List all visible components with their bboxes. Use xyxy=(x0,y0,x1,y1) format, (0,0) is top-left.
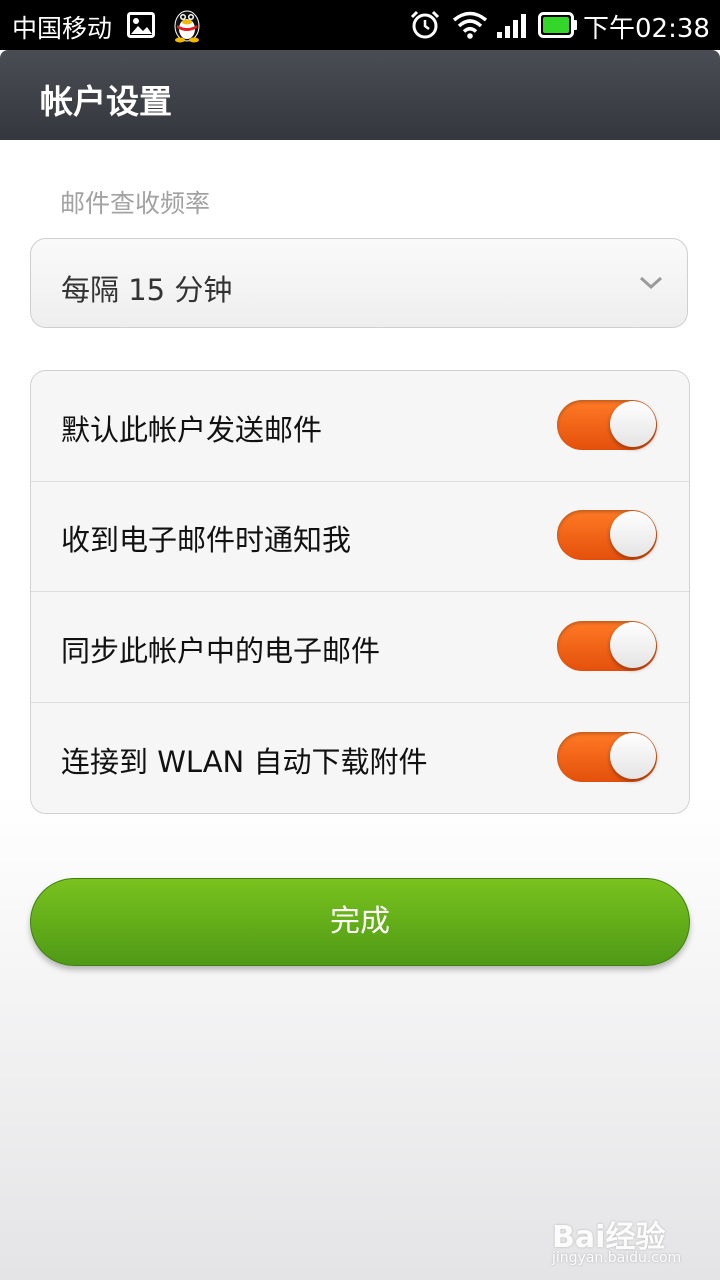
image-icon xyxy=(127,12,155,42)
chevron-down-icon xyxy=(639,275,663,295)
title-bar: 帐户设置 xyxy=(0,50,720,140)
check-frequency-dropdown[interactable]: 每隔 15 分钟 xyxy=(30,238,688,328)
setting-row-default-send[interactable]: 默认此帐户发送邮件 xyxy=(31,371,689,482)
qq-penguin-icon xyxy=(170,5,204,47)
setting-row-wlan-download[interactable]: 连接到 WLAN 自动下载附件 xyxy=(31,703,689,813)
notify-toggle[interactable] xyxy=(557,510,657,560)
sync-toggle[interactable] xyxy=(557,621,657,671)
toggle-knob xyxy=(610,401,656,447)
clock: 下午02:38 xyxy=(583,14,710,44)
signal-icon xyxy=(496,13,528,43)
baidu-jingyan-watermark: Bai经验 jingyan.baidu.com xyxy=(552,1212,702,1272)
setting-row-notify[interactable]: 收到电子邮件时通知我 xyxy=(31,481,689,592)
setting-row-sync[interactable]: 同步此帐户中的电子邮件 xyxy=(31,592,689,703)
setting-label: 同步此帐户中的电子邮件 xyxy=(61,634,381,668)
setting-label: 默认此帐户发送邮件 xyxy=(61,413,323,447)
wlan-download-toggle[interactable] xyxy=(557,732,657,782)
status-bar: 中国移动 下午02:38 xyxy=(0,0,720,50)
wifi-icon xyxy=(452,11,488,43)
battery-icon xyxy=(538,12,578,42)
settings-group: 默认此帐户发送邮件 收到电子邮件时通知我 同步此帐户中的电子邮件 连接到 WLA… xyxy=(30,370,690,814)
toggle-knob xyxy=(610,733,656,779)
setting-label: 连接到 WLAN 自动下载附件 xyxy=(61,745,428,779)
alarm-icon xyxy=(409,9,441,45)
toggle-knob xyxy=(610,622,656,668)
default-send-toggle[interactable] xyxy=(557,400,657,450)
toggle-knob xyxy=(610,511,656,557)
carrier-name: 中国移动 xyxy=(12,14,113,43)
page-title: 帐户设置 xyxy=(40,82,172,121)
watermark-url: jingyan.baidu.com xyxy=(552,1250,682,1266)
check-frequency-label: 邮件查收频率 xyxy=(60,189,211,218)
done-button[interactable]: 完成 xyxy=(30,878,690,966)
setting-label: 收到电子邮件时通知我 xyxy=(61,523,352,557)
check-frequency-value: 每隔 15 分钟 xyxy=(61,273,233,307)
